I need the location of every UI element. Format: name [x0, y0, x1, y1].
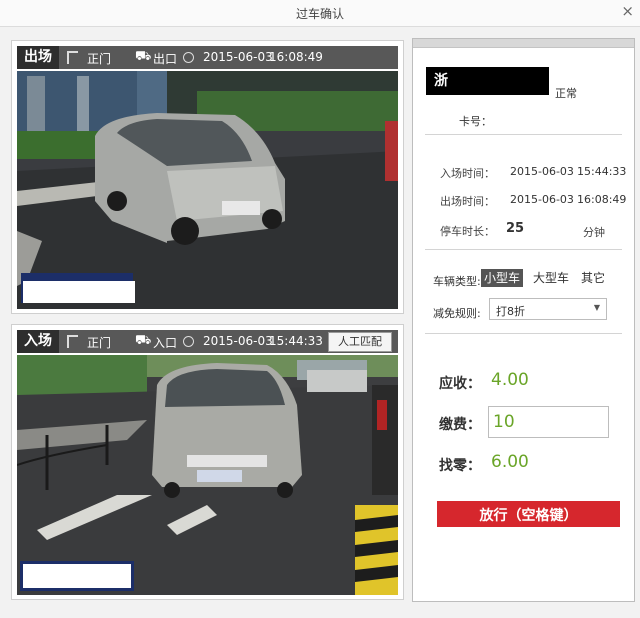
discount-select[interactable]: 打8折 ▼	[489, 298, 607, 320]
discount-label: 减免规则:	[433, 307, 481, 320]
receivable-label: 应收：	[439, 376, 481, 392]
gate-icon	[67, 335, 78, 348]
paid-input[interactable]: 10	[488, 406, 609, 438]
title-bar: 过车确认 ×	[0, 0, 640, 27]
exit-date: 2015-06-03	[203, 50, 273, 64]
paid-input-value: 10	[493, 412, 515, 432]
duration-label: 停车时长：	[440, 225, 495, 238]
entry-time-label: 入场时间：	[440, 167, 495, 180]
clock-icon	[183, 336, 194, 347]
vehicle-type-large[interactable]: 大型车	[532, 269, 570, 287]
exit-tag: 出场	[17, 46, 59, 69]
duration-unit: 分钟	[583, 226, 605, 239]
exit-time: 16:08:49	[269, 50, 323, 64]
window-title: 过车确认	[295, 7, 344, 21]
entry-gate: 正门	[87, 336, 112, 350]
entry-time-value: 15:44:33	[577, 165, 627, 178]
exit-camera-panel: 出场 正门 ⛟ 出口 2015-06-03 16:08:49	[11, 40, 404, 314]
dropdown-arrow-icon: ▼	[593, 303, 600, 312]
discount-value: 打8折	[496, 305, 525, 318]
entry-time: 15:44:33	[269, 334, 323, 348]
entry-direction: 入口	[153, 336, 178, 350]
entry-date-value: 2015-06-03	[510, 165, 574, 178]
close-icon[interactable]: ×	[621, 2, 634, 20]
entry-tag: 入场	[17, 330, 59, 353]
panel-top-strip	[413, 39, 634, 48]
exit-time-value: 16:08:49	[577, 193, 627, 206]
paid-label: 缴费：	[439, 417, 481, 433]
entry-info-bar: 入场 正门 ⛟ 入口 2015-06-03 15:44:33 人工匹配	[17, 330, 398, 353]
car-icon: ⛟	[135, 333, 152, 348]
plate-status: 正常	[555, 87, 577, 100]
exit-direction: 出口	[153, 52, 178, 66]
change-value: 6.00	[491, 452, 529, 472]
vehicle-type-label: 车辆类型:	[433, 275, 481, 288]
car-icon: ⛟	[135, 49, 152, 64]
exit-camera-photo	[17, 71, 398, 309]
info-panel: 浙 正常 卡号： 入场时间： 2015-06-03 15:44:33 出场时间：…	[412, 38, 635, 602]
receipt-edge	[417, 584, 630, 593]
duration-value: 25	[506, 221, 525, 236]
release-button[interactable]: 放行（空格键）	[437, 501, 620, 527]
gate-icon	[67, 51, 78, 64]
plate-number: 浙	[426, 67, 549, 95]
entry-date: 2015-06-03	[203, 334, 273, 348]
exit-date-value: 2015-06-03	[510, 193, 574, 206]
receivable-value: 4.00	[491, 370, 529, 390]
exit-info-bar: 出场 正门 ⛟ 出口 2015-06-03 16:08:49	[17, 46, 398, 69]
entry-camera-panel: 入场 正门 ⛟ 入口 2015-06-03 15:44:33 人工匹配	[11, 324, 404, 600]
entry-camera-photo	[17, 355, 398, 595]
divider	[425, 249, 622, 250]
clock-icon	[183, 52, 194, 63]
manual-match-button[interactable]: 人工匹配	[328, 332, 392, 352]
vehicle-type-small[interactable]: 小型车	[481, 269, 523, 287]
exit-time-label: 出场时间：	[440, 195, 495, 208]
vehicle-type-other[interactable]: 其它	[580, 269, 606, 287]
divider	[425, 134, 622, 135]
change-label: 找零：	[439, 458, 481, 474]
exit-gate: 正门	[87, 52, 112, 66]
divider	[425, 333, 622, 334]
card-label: 卡号：	[459, 115, 492, 128]
